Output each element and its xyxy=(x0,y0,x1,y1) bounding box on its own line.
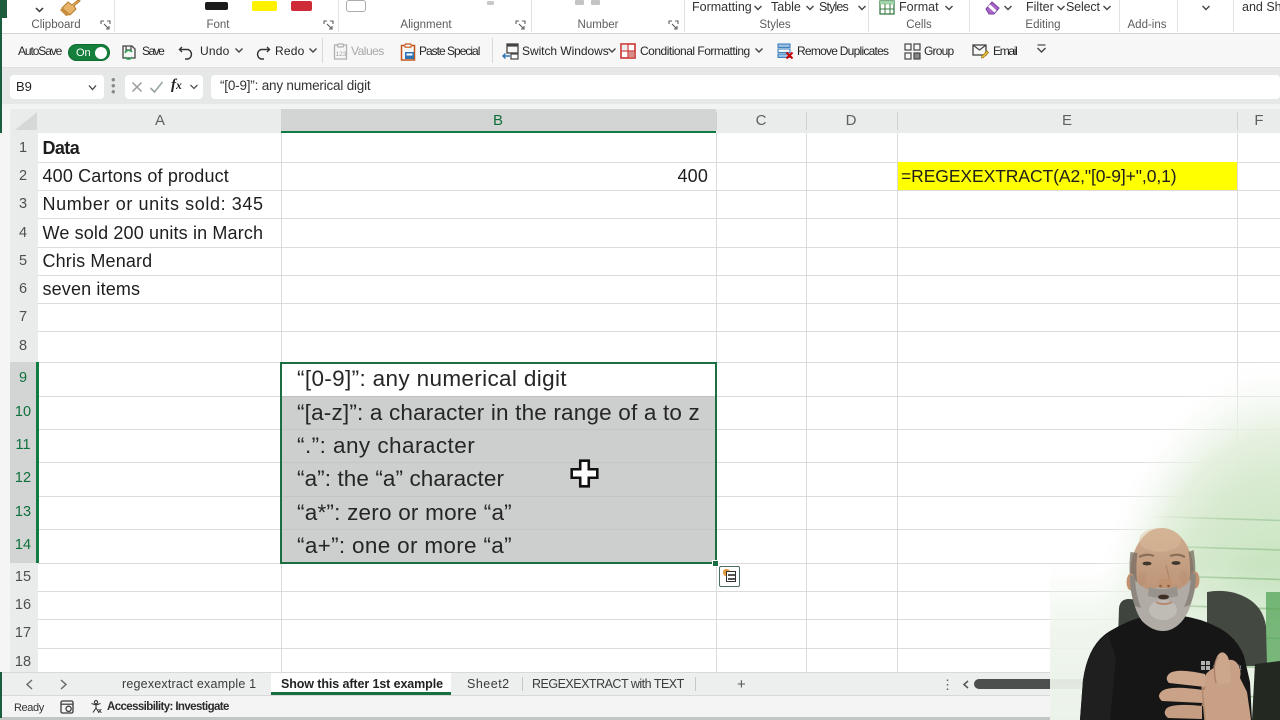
svg-text:123: 123 xyxy=(336,51,347,58)
svg-text:x: x xyxy=(98,708,102,714)
